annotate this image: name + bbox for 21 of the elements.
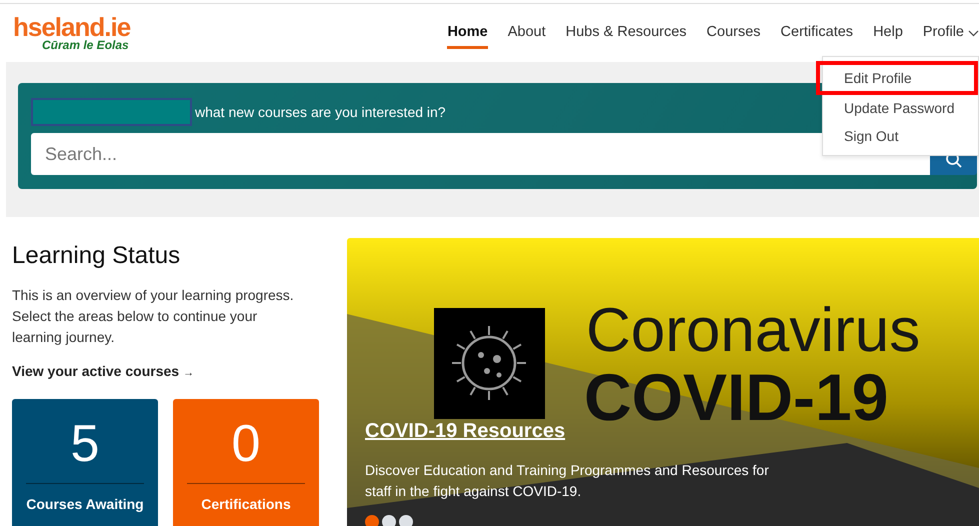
slide-title-link[interactable]: COVID-19 Resources <box>365 420 566 442</box>
active-courses-link[interactable]: View your active courses → <box>12 362 194 379</box>
nav-tab[interactable]: Home <box>437 4 498 62</box>
banner-text: Coronavirus <box>586 300 920 362</box>
nav-tab[interactable]: Hubs & Resources <box>556 4 697 62</box>
intro-text: This is an overview of your learning progress. Select the areas below to continue your learning journey. <box>12 286 295 347</box>
nav-tab[interactable]: Profile <box>912 4 979 62</box>
menu-item[interactable]: Update Password <box>823 94 978 122</box>
caret-icon <box>968 30 979 36</box>
slide-description: Discover Education and Training Programmes and Resources for staff in the fight against COVID-19. <box>365 461 770 501</box>
search-prompt: what new courses are you interested in? <box>195 102 446 122</box>
nav-tab[interactable]: About <box>498 4 556 62</box>
nav-tab[interactable]: Courses <box>696 4 771 62</box>
nav-tab[interactable]: Certificates <box>770 4 864 62</box>
banner-text: COVID-19 <box>584 364 888 430</box>
nav-tab[interactable]: Help <box>863 4 913 62</box>
menu-item[interactable]: Edit Profile <box>819 64 975 92</box>
section-heading: Learning Status <box>12 242 182 271</box>
status-tile[interactable]: 5 Courses Awaiting <box>12 398 158 526</box>
site-logo[interactable]: hseland.ie Cūram le Eolas <box>13 14 130 52</box>
virus-icon <box>434 308 545 419</box>
